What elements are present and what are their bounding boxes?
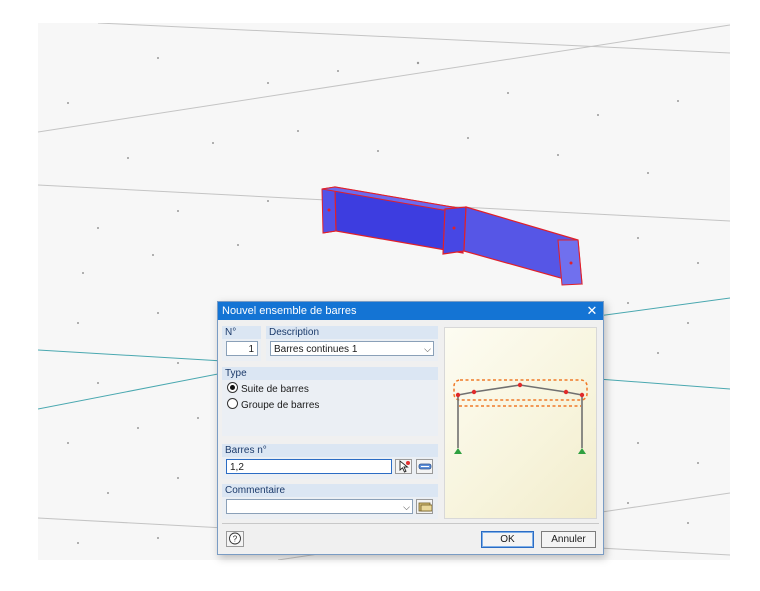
pick-from-model-button[interactable] — [395, 459, 412, 474]
comment-library-icon — [418, 502, 432, 512]
support-left — [454, 448, 462, 454]
close-icon[interactable]: ✕ — [581, 302, 603, 320]
chevron-down-icon: ⌵ — [424, 344, 431, 354]
radio-button-unchecked[interactable] — [227, 398, 238, 409]
radio-member-sequence[interactable]: Suite de barres — [227, 382, 309, 395]
radio-member-sequence-label: Suite de barres — [241, 384, 309, 395]
comment-library-button[interactable] — [416, 499, 433, 514]
cancel-button[interactable]: Annuler — [541, 531, 596, 548]
frame-preview-graphic — [453, 379, 588, 454]
description-value: Barres continues 1 — [274, 344, 358, 355]
help-icon: ? — [229, 532, 241, 545]
dialog-titlebar[interactable]: Nouvel ensemble de barres ✕ — [218, 302, 603, 320]
pick-from-model-icon — [399, 460, 410, 473]
radio-member-group-label: Groupe de barres — [241, 400, 320, 411]
member-list-icon — [418, 463, 432, 470]
new-member-set-dialog: Nouvel ensemble de barres ✕ N° 1 Descrip… — [217, 301, 604, 555]
help-button[interactable]: ? — [226, 531, 244, 547]
svg-text:?: ? — [233, 535, 238, 544]
footer-divider — [222, 523, 599, 524]
frame-nodes — [455, 382, 585, 398]
member-list-button[interactable] — [416, 459, 433, 474]
radio-member-group[interactable]: Groupe de barres — [227, 398, 320, 411]
support-right — [578, 448, 586, 454]
member-1[interactable] — [321, 186, 464, 254]
members-label: Barres n° — [222, 444, 438, 457]
number-field[interactable]: 1 — [226, 341, 258, 356]
preview-panel — [444, 327, 597, 519]
ok-button[interactable]: OK — [481, 531, 534, 548]
description-select[interactable]: Barres continues 1 ⌵ — [270, 341, 434, 356]
description-label: Description — [266, 326, 438, 339]
comment-select[interactable]: ⌵ — [226, 499, 413, 514]
chevron-down-icon: ⌵ — [403, 502, 410, 512]
radio-button-checked[interactable] — [227, 382, 238, 393]
number-label: N° — [222, 326, 261, 339]
members-input[interactable]: 1,2 — [226, 459, 392, 474]
type-label: Type — [222, 367, 438, 380]
dialog-title: Nouvel ensemble de barres — [222, 305, 357, 317]
comment-label: Commentaire — [222, 484, 438, 497]
